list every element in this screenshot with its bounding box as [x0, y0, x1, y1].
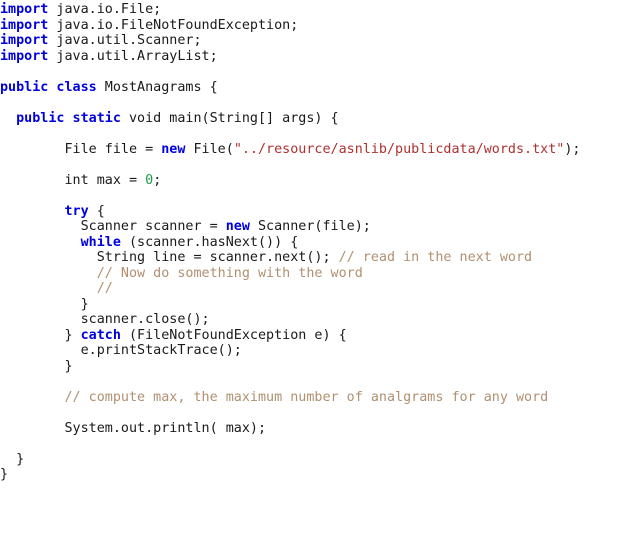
token-code-text: [0, 235, 81, 250]
token-code-text: java.util.ArrayList;: [48, 48, 218, 64]
token-keyword: public static: [16, 110, 121, 126]
token-code-text: }: [0, 327, 81, 343]
code-line[interactable]: int max = 0;: [0, 173, 628, 189]
code-line-blank[interactable]: [0, 126, 628, 142]
token-code-text: scanner.close();: [0, 312, 210, 327]
token-code-text: int max =: [0, 172, 146, 188]
token-code-text: ;: [153, 172, 162, 188]
token-code-text: (scanner.hasNext()) {: [120, 234, 299, 250]
code-line[interactable]: //: [0, 281, 628, 297]
token-comment: // read in the next word: [338, 250, 533, 265]
code-line[interactable]: File file = new File("../resource/asnlib…: [0, 142, 628, 158]
token-code-text: System.out.println( max);: [0, 420, 267, 436]
token-code-text: java.io.File;: [48, 2, 162, 17]
code-line[interactable]: scanner.close();: [0, 312, 628, 328]
token-code-text: );: [564, 141, 581, 157]
token-comment: // Now do something with the word: [96, 265, 363, 281]
code-line[interactable]: while (scanner.hasNext()) {: [0, 235, 628, 251]
token-code-text: }: [0, 358, 73, 374]
token-keyword: try: [64, 203, 89, 219]
code-line[interactable]: String line = scanner.next(); // read in…: [0, 250, 628, 266]
token-comment: //: [96, 281, 113, 296]
code-line-blank[interactable]: [0, 64, 628, 80]
token-code-text: [0, 266, 97, 281]
token-code-text: void main(String[] args) {: [120, 110, 339, 126]
token-code-text: java.io.FileNotFoundException;: [48, 17, 299, 33]
token-code-text: File file =: [0, 141, 162, 157]
code-line-blank[interactable]: [0, 157, 628, 173]
code-line[interactable]: e.printStackTrace();: [0, 343, 628, 359]
code-line[interactable]: public class MostAnagrams {: [0, 80, 628, 96]
code-line[interactable]: System.out.println( max);: [0, 421, 628, 437]
token-code-text: [0, 204, 65, 219]
code-line[interactable]: import java.io.FileNotFoundException;: [0, 18, 628, 34]
code-line-blank[interactable]: [0, 95, 628, 111]
code-line-blank[interactable]: [0, 405, 628, 421]
token-code-text: MostAnagrams {: [96, 79, 218, 95]
token-code-text: (FileNotFoundException e) {: [120, 327, 347, 343]
token-code-text: [0, 390, 65, 405]
token-number-literal: 0: [145, 172, 154, 188]
code-line[interactable]: // Now do something with the word: [0, 266, 628, 282]
token-keyword: import: [0, 33, 49, 48]
code-line[interactable]: // compute max, the maximum number of an…: [0, 390, 628, 406]
token-code-text: File(: [185, 141, 234, 157]
token-code-text: e.printStackTrace();: [0, 343, 242, 358]
token-keyword: import: [0, 48, 49, 64]
token-string-literal: "../resource/asnlib/publicdata/words.txt…: [233, 141, 565, 157]
token-keyword: new: [225, 219, 250, 234]
token-code-text: Scanner(file);: [249, 219, 371, 234]
code-line[interactable]: }: [0, 359, 628, 375]
code-line[interactable]: Scanner scanner = new Scanner(file);: [0, 219, 628, 235]
token-code-text: [0, 111, 16, 126]
token-keyword: public class: [0, 79, 97, 95]
token-keyword: catch: [80, 327, 121, 343]
token-code-text: {: [88, 203, 105, 219]
code-line[interactable]: }: [0, 467, 628, 483]
token-keyword: import: [0, 17, 49, 33]
code-line[interactable]: } catch (FileNotFoundException e) {: [0, 328, 628, 344]
code-line[interactable]: public static void main(String[] args) {: [0, 111, 628, 127]
token-code-text: [0, 281, 97, 296]
token-keyword: new: [161, 141, 186, 157]
token-comment: // compute max, the maximum number of an…: [64, 389, 549, 405]
token-keyword: while: [80, 234, 121, 250]
code-editor-view[interactable]: import java.io.File; import java.io.FileN…: [0, 2, 628, 540]
code-line[interactable]: try {: [0, 204, 628, 220]
code-line[interactable]: import java.util.Scanner;: [0, 33, 628, 49]
token-code-text: Scanner scanner =: [0, 219, 226, 234]
token-code-text: String line = scanner.next();: [0, 250, 339, 265]
token-code-text: }: [0, 467, 9, 482]
code-line[interactable]: import java.io.File;: [0, 2, 628, 18]
code-line[interactable]: }: [0, 452, 628, 468]
code-line-blank[interactable]: [0, 374, 628, 390]
code-line[interactable]: }: [0, 297, 628, 313]
token-code-text: }: [0, 451, 25, 467]
token-keyword: import: [0, 2, 49, 17]
token-code-text: }: [0, 296, 89, 312]
code-line-blank[interactable]: [0, 188, 628, 204]
token-code-text: java.util.Scanner;: [48, 33, 202, 48]
code-line-blank[interactable]: [0, 436, 628, 452]
code-line[interactable]: import java.util.ArrayList;: [0, 49, 628, 65]
